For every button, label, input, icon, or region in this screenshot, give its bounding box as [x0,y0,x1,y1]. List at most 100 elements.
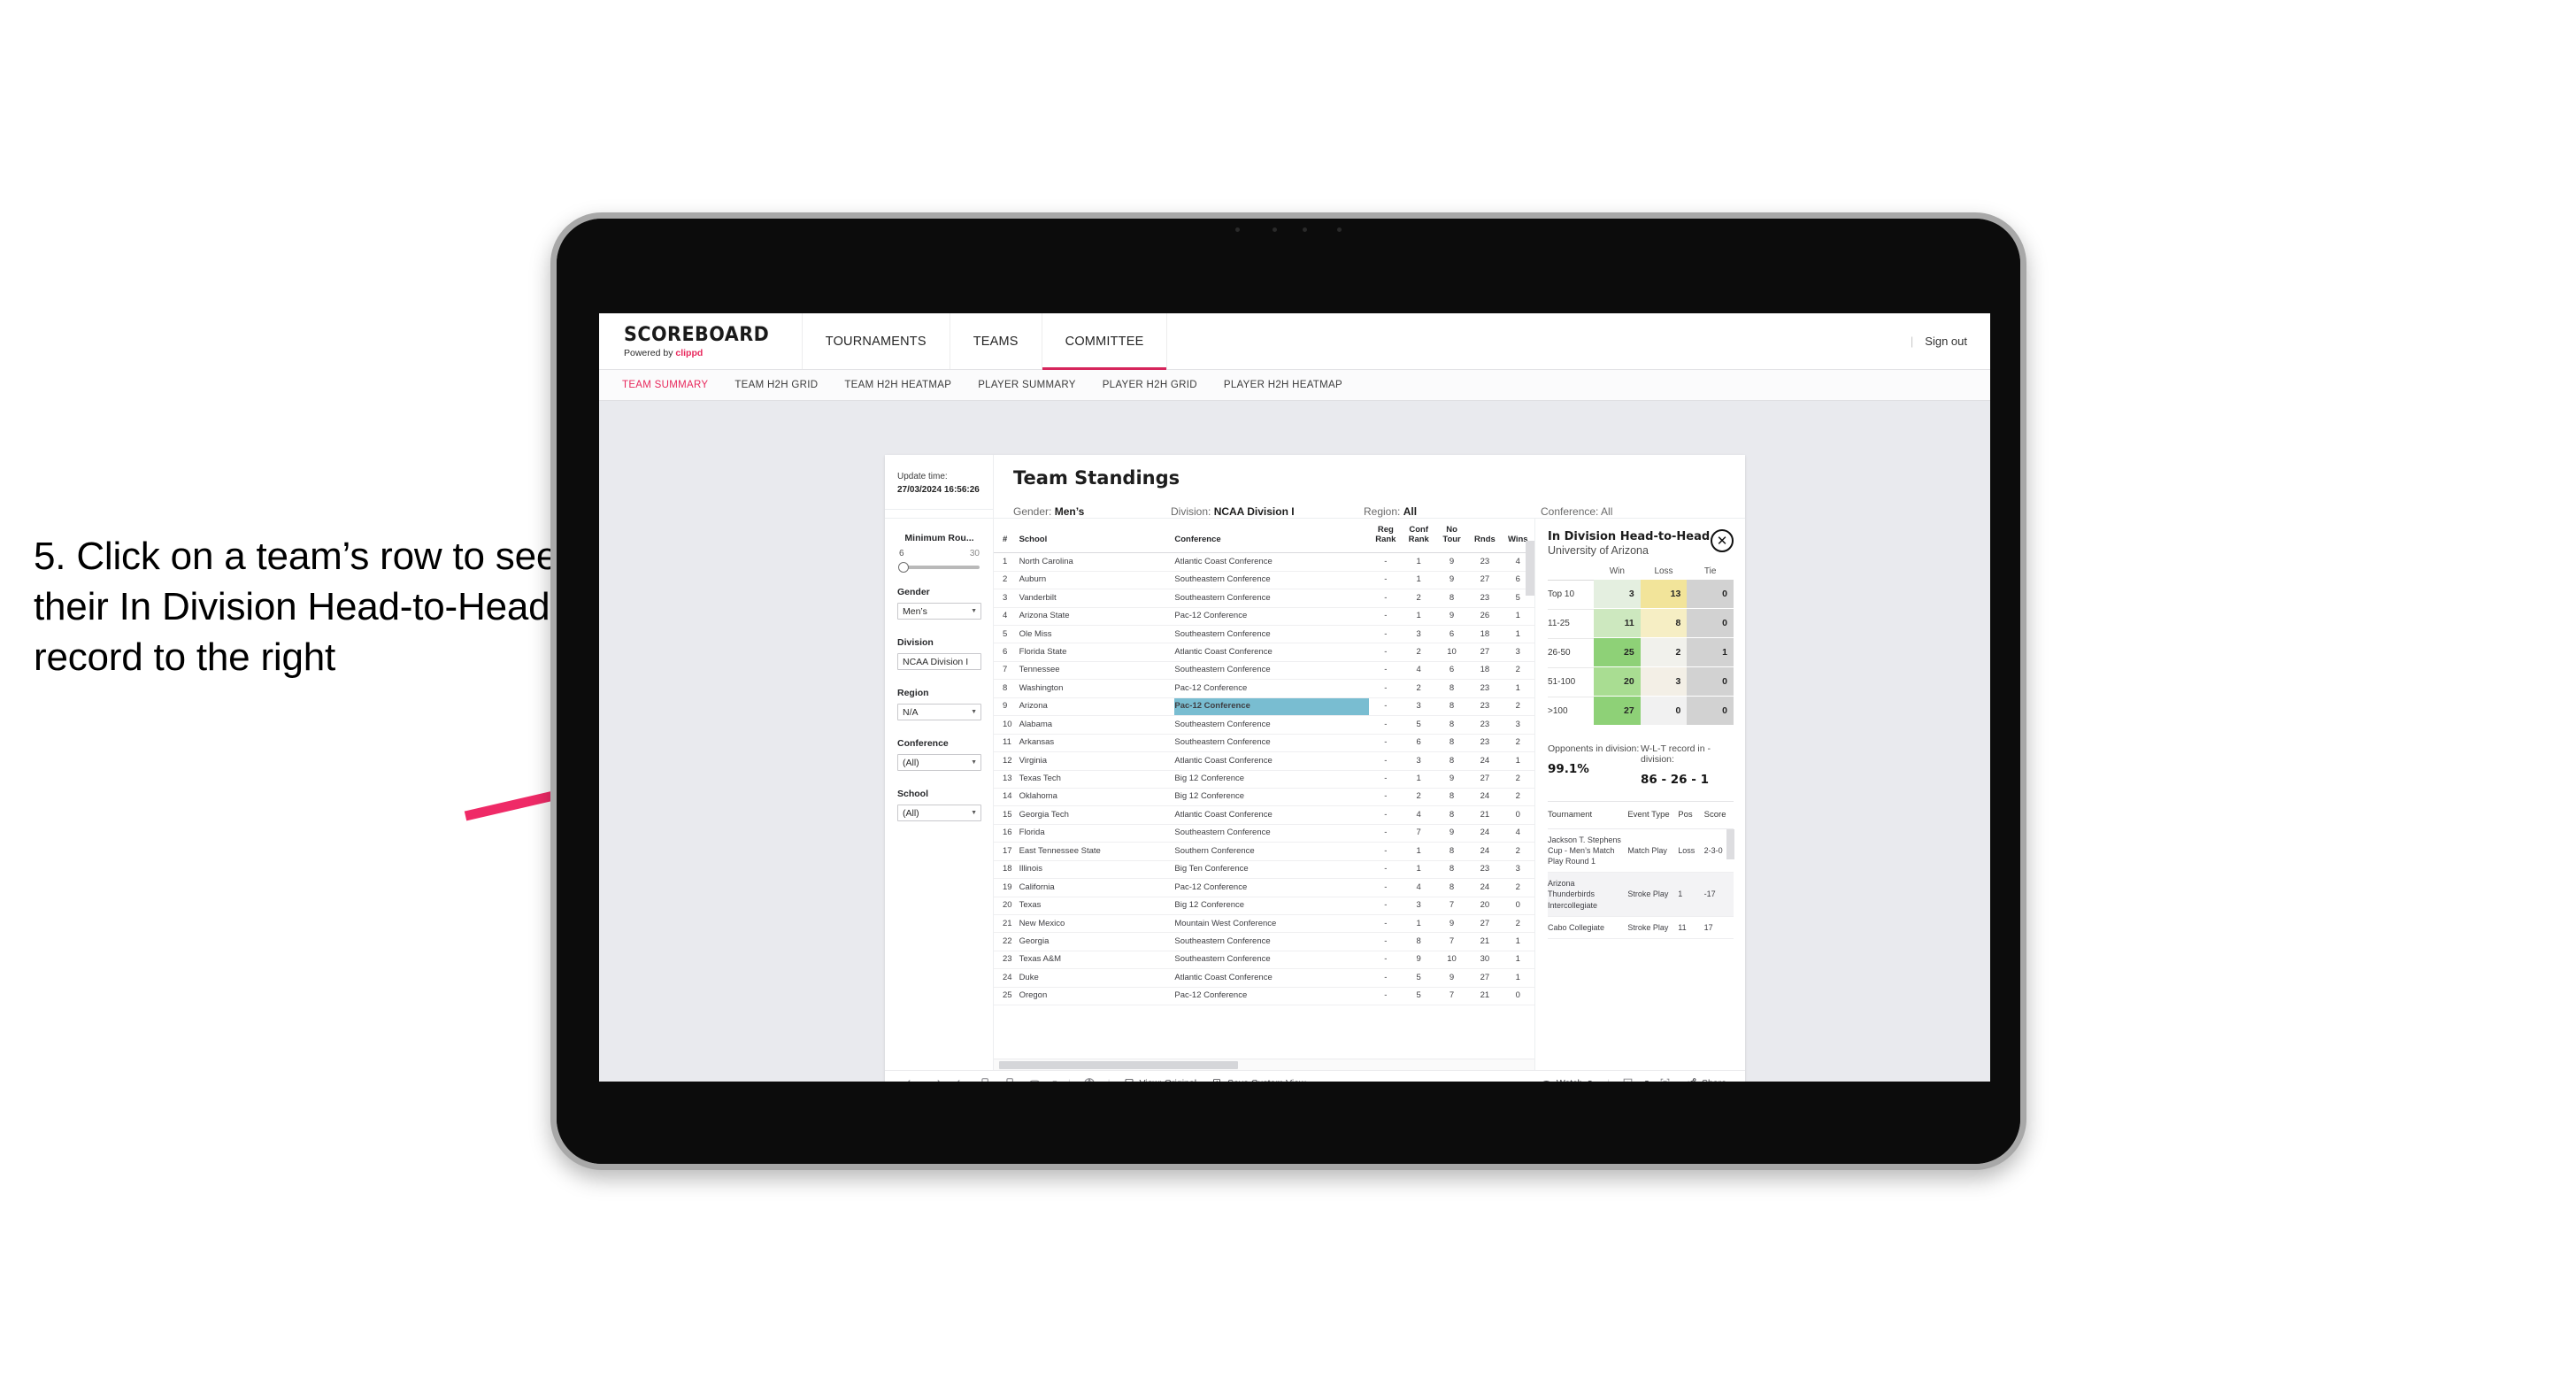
viz-top-strip: Update time: 27/03/2024 16:56:26 Team St… [885,455,1745,518]
table-row[interactable]: 5 Ole Miss Southeastern Conference -3 6 18 1 [994,625,1534,644]
table-row[interactable]: 7 Tennessee Southeastern Conference -4 6 18 2 [994,661,1534,681]
table-row[interactable]: 22 Georgia Southeastern Conference -8 7 21 1 [994,932,1534,951]
table-row[interactable]: 8 Washington Pac-12 Conference -2 8 23 1 [994,679,1534,698]
update-time-block: Update time: 27/03/2024 16:56:26 [885,455,993,510]
subnav-item-player-summary[interactable]: PLAYER SUMMARY [978,380,1076,390]
cell-conference: Big Ten Conference [1174,860,1370,880]
cell-no-tour: 10 [1434,643,1469,662]
table-row[interactable]: 4 Arizona State Pac-12 Conference -1 9 26 1 [994,607,1534,627]
gender-select[interactable]: Men’s ▼ [897,603,981,620]
save-custom-view-button[interactable]: Save Custom View [1204,1078,1314,1082]
cell-rank: 4 [994,607,1019,627]
table-row[interactable]: 24 Duke Atlantic Coast Conference -5 9 27 1 [994,968,1534,988]
standings-table-scroll[interactable]: # School Conference Reg Rank Conf Rank No T… [994,519,1534,1059]
table-vertical-scrollbar[interactable] [1526,541,1534,596]
tablet-screen: SCOREBOARD Powered by clippd TOURNAMENTS… [599,313,1990,1082]
scrollbar-thumb[interactable] [999,1061,1238,1069]
help-icon[interactable] [1077,1077,1102,1082]
slider-handle[interactable] [898,562,909,573]
col-header-reg-rank[interactable]: Reg Rank [1369,519,1403,554]
tournament-row[interactable]: Arizona Thunderbirds Intercollegiate Stro… [1548,873,1734,917]
tournaments-vertical-scrollbar[interactable] [1726,829,1734,859]
col-header-conf-rank[interactable]: Conf Rank [1402,519,1435,554]
view-original-button[interactable]: View: Original [1116,1078,1204,1082]
school-select[interactable]: (All) ▼ [897,805,981,821]
tour-col-score: Score [1703,810,1726,820]
table-horizontal-scrollbar[interactable] [994,1059,1534,1070]
table-row[interactable]: 21 New Mexico Mountain West Conference -1 9 2… [994,914,1534,934]
cell-rank: 5 [994,625,1019,644]
cell-no-tour: 6 [1434,661,1469,681]
fullscreen-icon[interactable] [1653,1077,1678,1082]
subnav-item-player-h2h-heatmap[interactable]: PLAYER H2H HEATMAP [1224,380,1342,390]
nav-item-tournaments[interactable]: TOURNAMENTS [803,313,950,369]
sign-out-link[interactable]: Sign out [1925,335,1967,348]
share-button[interactable]: Share [1678,1077,1734,1082]
subnav-item-team-summary[interactable]: TEAM SUMMARY [622,380,708,390]
table-row[interactable]: 20 Texas Big 12 Conference -3 7 20 0 [994,897,1534,916]
filter-conference-label: Conference [897,738,949,749]
stat-wlt-value: 86 - 26 - 1 [1641,773,1709,787]
pause-autoupdate-icon[interactable] [998,1077,1023,1082]
nav-item-committee[interactable]: COMMITTEE [1042,313,1168,370]
table-row[interactable]: 3 Vanderbilt Southeastern Conference -2 8 23 5 [994,589,1534,608]
table-row[interactable]: 14 Oklahoma Big 12 Conference -2 8 24 2 [994,788,1534,807]
subnav-item-team-h2h-heatmap[interactable]: TEAM H2H HEATMAP [844,380,951,390]
col-header-rank[interactable]: # [994,519,1019,554]
region-select[interactable]: N/A ▼ [897,704,981,720]
chevron-down-icon[interactable]: ▼ [1048,1079,1062,1082]
download-icon[interactable] [1616,1077,1641,1082]
table-row[interactable]: 23 Texas A&M Southeastern Conference -9 10 30… [994,951,1534,970]
presentation-icon[interactable] [1023,1077,1048,1082]
h2h-cell-tie: 0 [1687,609,1734,637]
table-row[interactable]: 17 East Tennessee State Southern Conferenc… [994,842,1534,861]
cell-wins: 1 [1501,607,1534,627]
eye-icon [1542,1081,1550,1082]
table-row[interactable]: 19 California Pac-12 Conference -4 8 24 2 [994,878,1534,897]
chevron-down-icon: ▼ [971,759,977,766]
filter-region: Region N/A ▼ [897,688,981,720]
h2h-cell-win: 25 [1594,638,1641,666]
cell-conference: Mountain West Conference [1174,914,1370,934]
table-row[interactable]: 2 Auburn Southeastern Conference -1 9 27 6 [994,571,1534,590]
undo-icon[interactable] [899,1077,924,1082]
subnav-item-team-h2h-grid[interactable]: TEAM H2H GRID [734,380,818,390]
table-row[interactable]: 11 Arkansas Southeastern Conference -6 8 23 2 [994,734,1534,753]
table-row[interactable]: 25 Oregon Pac-12 Conference -5 7 21 0 [994,987,1534,1006]
cell-conference: Southeastern Conference [1174,824,1370,843]
h2h-row: 11-25 11 8 0 [1548,609,1734,638]
col-header-conference[interactable]: Conference [1174,519,1370,554]
filter-gender-label: Gender [897,587,930,597]
table-row[interactable]: 6 Florida State Atlantic Coast Conference -… [994,643,1534,662]
filter-summary-gender: Gender: Men’s [1013,505,1171,518]
redo-icon[interactable] [924,1077,949,1082]
division-select[interactable]: NCAA Division I [897,653,981,670]
revert-icon[interactable] [949,1077,973,1082]
table-row[interactable]: 1 North Carolina Atlantic Coast Conference… [994,552,1534,572]
chevron-down-icon[interactable]: ▼ [1641,1080,1653,1082]
col-header-rnds[interactable]: Rnds [1468,519,1502,554]
min-rounds-slider[interactable] [898,562,980,573]
clippd-name: clippd [675,348,704,358]
cell-wins: 1 [1501,932,1534,951]
brand-logo[interactable]: SCOREBOARD Powered by clippd [599,313,803,369]
nav-item-teams[interactable]: TEAMS [950,313,1042,369]
cell-conf-rank: 2 [1402,589,1435,608]
watch-button[interactable]: Watch ▼ [1533,1077,1601,1082]
table-row[interactable]: 18 Illinois Big Ten Conference -1 8 23 3 [994,860,1534,880]
table-row[interactable]: 12 Virginia Atlantic Coast Conference -3 8 24… [994,751,1534,771]
table-row[interactable]: 9 Arizona Pac-12 Conference -3 8 23 2 [994,697,1534,717]
col-header-school[interactable]: School [1019,519,1175,554]
col-header-no-tour[interactable]: No Tour [1434,519,1469,554]
tournament-row[interactable]: Cabo Collegiate Stroke Play 11 17 [1548,917,1734,939]
conference-select[interactable]: (All) ▼ [897,754,981,771]
table-row[interactable]: 15 Georgia Tech Atlantic Coast Conference -… [994,805,1534,825]
tournament-row[interactable]: Jackson T. Stephens Cup - Men’s Match Pl… [1548,829,1734,874]
table-row[interactable]: 10 Alabama Southeastern Conference -5 8 23 3 [994,715,1534,735]
cell-rnds: 21 [1468,987,1502,1006]
close-icon[interactable]: ✕ [1711,529,1734,552]
table-row[interactable]: 16 Florida Southeastern Conference -7 9 24 4 [994,824,1534,843]
refresh-data-icon[interactable] [973,1077,998,1082]
subnav-item-player-h2h-grid[interactable]: PLAYER H2H GRID [1103,380,1197,390]
table-row[interactable]: 13 Texas Tech Big 12 Conference -1 9 27 2 [994,770,1534,789]
